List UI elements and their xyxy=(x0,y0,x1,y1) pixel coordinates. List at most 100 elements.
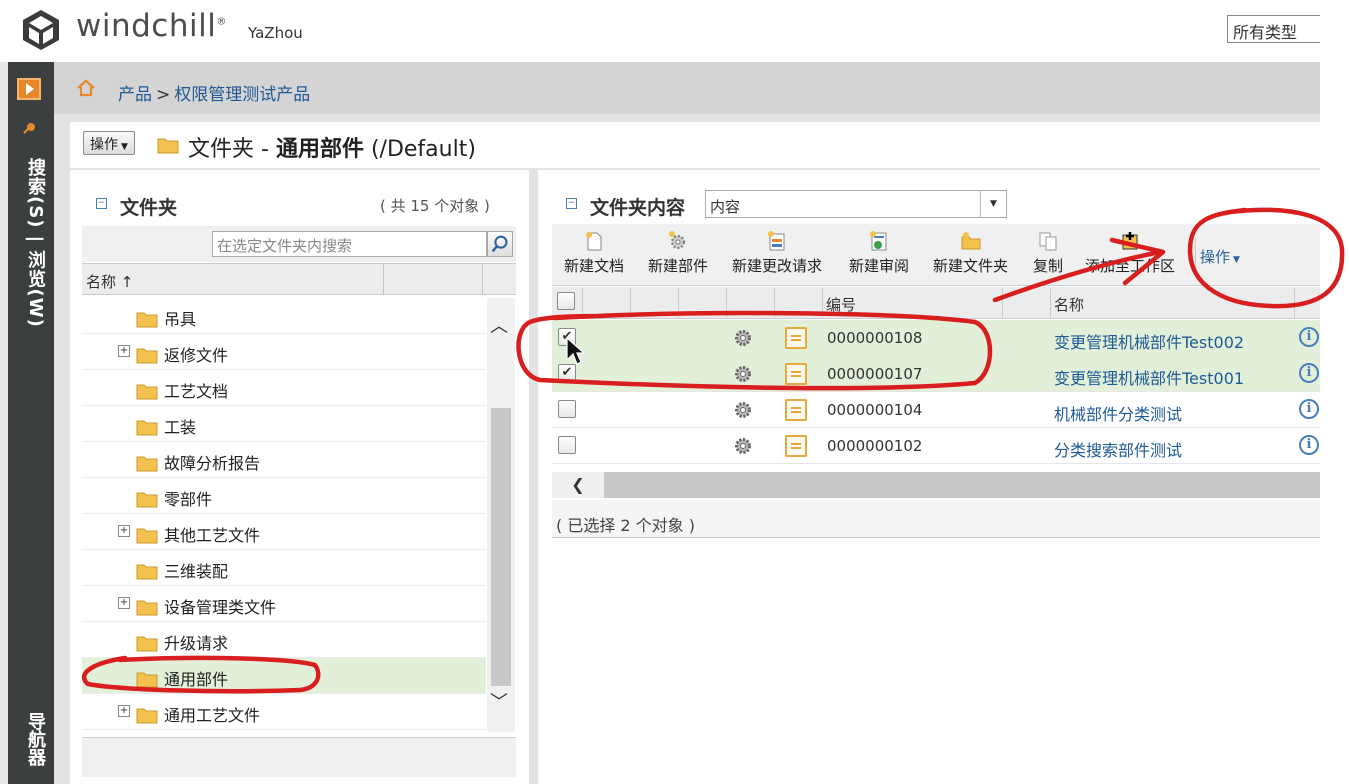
home-icon[interactable] xyxy=(76,79,96,97)
toolbar-button-copy[interactable]: 复制 xyxy=(1033,230,1063,276)
column-divider xyxy=(678,288,679,318)
document-icon[interactable] xyxy=(785,435,807,457)
column-divider xyxy=(383,264,384,294)
part-number: 0000000108 xyxy=(827,329,923,347)
key-icon[interactable] xyxy=(22,122,36,136)
user-name: YaZhou xyxy=(248,24,303,42)
toolbar-button-label: 新建更改请求 xyxy=(732,257,823,275)
breadcrumb-current[interactable]: 权限管理测试产品 xyxy=(174,85,310,105)
part-name-link[interactable]: 分类搜索部件测试 xyxy=(1054,437,1182,461)
toolbar-button-add-to-workspace[interactable]: 添加至工作区 xyxy=(1085,230,1175,276)
toolbar-button-new-part[interactable]: 新建部件 xyxy=(648,230,708,276)
select-all-checkbox[interactable] xyxy=(557,292,575,310)
breadcrumb: 产品 > 权限管理测试产品 xyxy=(118,80,310,105)
scrollbar-thumb[interactable] xyxy=(491,408,511,686)
folder-label: 工装 xyxy=(164,418,197,437)
folder-tree-item[interactable]: 工艺文档 xyxy=(82,370,486,406)
expand-plus-icon[interactable]: + xyxy=(118,525,130,537)
table-row[interactable]: ✔ 0000000107 变更管理机械部件Test001 i xyxy=(552,356,1320,392)
collapse-icon[interactable]: − xyxy=(96,198,107,209)
chevron-up-icon[interactable]: ︿ xyxy=(490,312,508,338)
row-checkbox[interactable] xyxy=(558,436,576,454)
folder-tree-item[interactable]: 三维装配 xyxy=(82,550,486,586)
folder-tree-item[interactable]: + 通用工艺文件 xyxy=(82,694,486,730)
column-name-header[interactable]: 名称 ↑ xyxy=(86,271,133,292)
view-select[interactable]: 内容 xyxy=(705,190,1007,218)
actions-menu-button[interactable]: 操作 ▼ xyxy=(83,131,135,155)
folder-tree-item[interactable]: 吊具 xyxy=(82,298,486,334)
folder-tree-item[interactable]: + 返修文件 xyxy=(82,334,486,370)
part-name-link[interactable]: 变更管理机械部件Test002 xyxy=(1054,329,1244,353)
column-number-header[interactable]: 编号 xyxy=(826,294,856,315)
column-name-header[interactable]: 名称 xyxy=(1054,294,1084,315)
table-row[interactable]: ✔ 0000000108 变更管理机械部件Test002 i xyxy=(552,320,1320,356)
document-icon[interactable] xyxy=(785,363,807,385)
part-number: 0000000107 xyxy=(827,365,923,383)
folder-tree-item[interactable]: 升级请求 xyxy=(82,622,486,658)
folder-count: ( 共 15 个对象 ) xyxy=(380,197,490,215)
row-checkbox[interactable] xyxy=(558,400,576,418)
column-divider xyxy=(822,288,823,318)
type-filter-select[interactable]: 所有类型 xyxy=(1227,15,1327,43)
column-divider xyxy=(630,288,631,318)
folder-label: 吊具 xyxy=(164,310,197,329)
folder-icon xyxy=(136,418,158,440)
column-divider xyxy=(774,288,775,318)
part-gear-icon xyxy=(733,328,753,348)
folder-tree-item[interactable]: + 设备管理类文件 xyxy=(82,586,486,622)
info-icon[interactable]: i xyxy=(1299,435,1319,455)
search-icon[interactable] xyxy=(487,231,513,257)
column-divider xyxy=(1050,288,1051,318)
folder-label: 返修文件 xyxy=(164,346,229,365)
collapse-icon[interactable]: − xyxy=(566,198,577,209)
caret-down-icon: ▼ xyxy=(1233,255,1240,265)
table-row[interactable]: 0000000102 分类搜索部件测试 i xyxy=(552,428,1320,464)
folder-label: 通用部件 xyxy=(164,670,229,689)
search-browse-tab[interactable]: 搜索(S) | 浏览(W) xyxy=(14,158,48,328)
part-name-link[interactable]: 变更管理机械部件Test001 xyxy=(1054,365,1244,389)
add-to-workspace-icon xyxy=(1119,230,1141,252)
folder-tree-item[interactable]: 工装 xyxy=(82,406,486,442)
folder-icon xyxy=(157,138,179,154)
folder-tree-item[interactable]: + 其他工艺文件 xyxy=(82,514,486,550)
toolbar-button-new-review[interactable]: 新建审阅 xyxy=(849,230,909,276)
new-folder-icon xyxy=(960,230,982,252)
toolbar-button-new-document[interactable]: 新建文档 xyxy=(564,230,624,276)
dropdown-arrow-icon[interactable]: ▼ xyxy=(980,191,1006,217)
folder-icon xyxy=(136,454,158,476)
document-icon[interactable] xyxy=(785,327,807,349)
expand-plus-icon[interactable]: + xyxy=(118,597,130,609)
toolbar-button-new-folder[interactable]: 新建文件夹 xyxy=(933,230,1008,276)
document-icon[interactable] xyxy=(785,399,807,421)
folder-icon xyxy=(136,562,158,584)
folder-icon xyxy=(136,526,158,548)
part-name-link[interactable]: 机械部件分类测试 xyxy=(1054,401,1182,425)
toolbar-button-label: 添加至工作区 xyxy=(1085,257,1176,275)
folder-label: 零部件 xyxy=(164,490,213,509)
folder-tree-item[interactable]: 零部件 xyxy=(82,478,486,514)
right-edge xyxy=(1320,0,1349,784)
folder-tree-item[interactable]: 故障分析报告 xyxy=(82,442,486,478)
folder-icon xyxy=(136,382,158,404)
chevron-down-icon[interactable]: ﹀ xyxy=(490,688,508,714)
info-icon[interactable]: i xyxy=(1299,363,1319,383)
toolbar-actions-menu[interactable]: 操作 ▼ xyxy=(1200,246,1240,267)
folder-grid-header xyxy=(82,263,516,295)
folder-tree-item[interactable]: 通用部件 xyxy=(82,658,486,694)
table-row[interactable]: 0000000104 机械部件分类测试 i xyxy=(552,392,1320,428)
folder-search-input[interactable]: 在选定文件夹内搜索 xyxy=(212,231,487,257)
copy-icon xyxy=(1037,230,1059,252)
chevron-left-icon[interactable]: ❮ xyxy=(552,472,604,498)
expand-plus-icon[interactable]: + xyxy=(118,705,130,717)
info-icon[interactable]: i xyxy=(1299,399,1319,419)
info-icon[interactable]: i xyxy=(1299,327,1319,347)
expand-plus-icon[interactable]: + xyxy=(118,345,130,357)
content-panel-title: 文件夹内容 xyxy=(590,197,686,219)
toolbar-divider xyxy=(1195,238,1196,274)
breadcrumb-root[interactable]: 产品 xyxy=(118,85,152,105)
horizontal-scrollbar[interactable] xyxy=(552,472,1320,498)
expand-panel-icon[interactable] xyxy=(17,78,41,100)
row-checkbox[interactable]: ✔ xyxy=(558,364,576,382)
toolbar-button-new-change-request[interactable]: 新建更改请求 xyxy=(732,230,822,276)
navigator-tab[interactable]: 导航器 xyxy=(14,712,48,766)
